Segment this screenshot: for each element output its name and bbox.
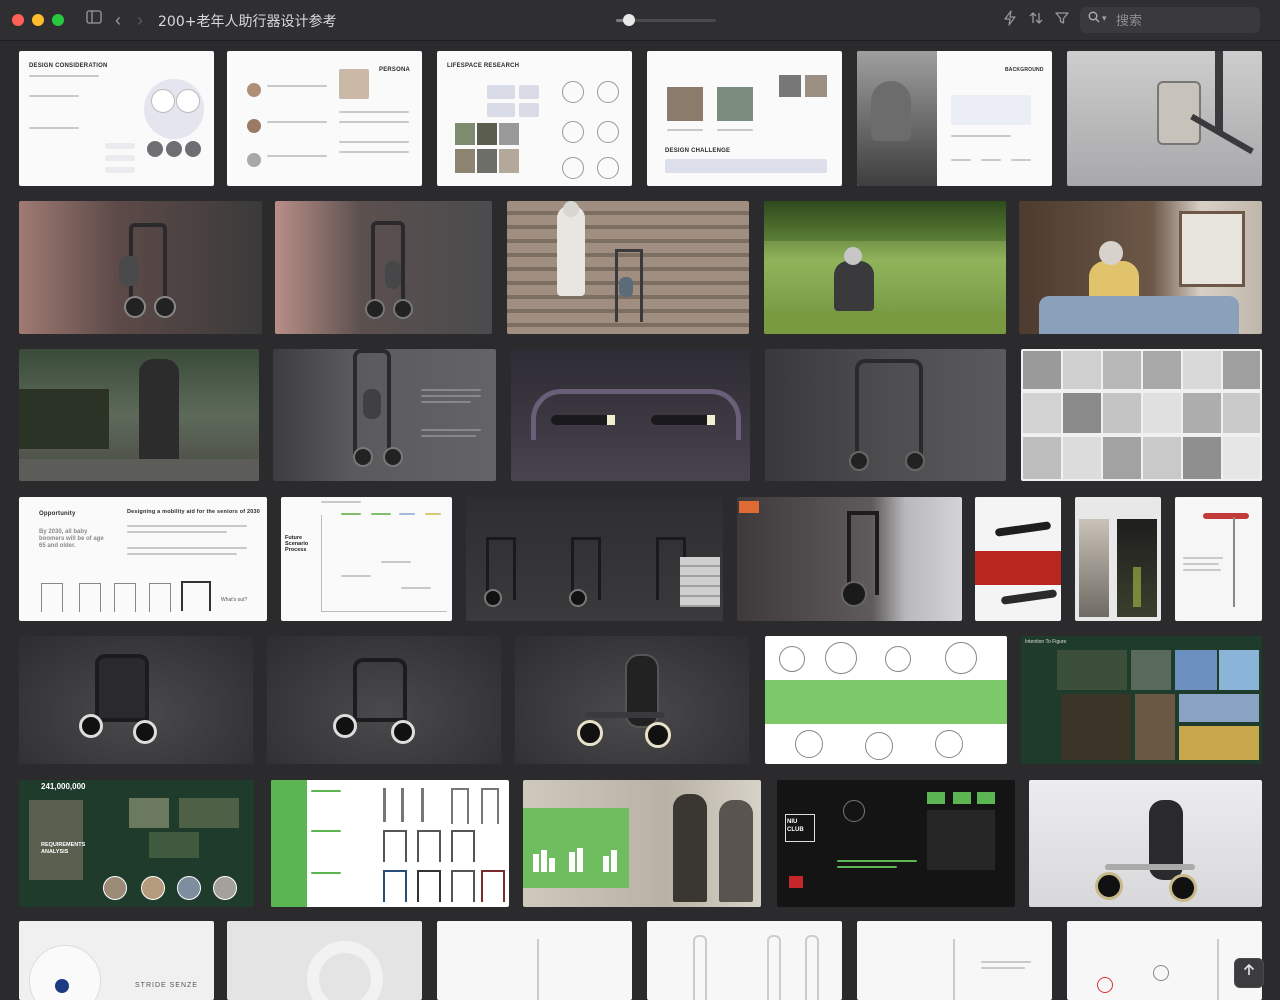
thumbnail-stride-senze[interactable]: STRIDE SENZE <box>19 921 214 1000</box>
window-title: 200+老年人助行器设计参考 <box>158 14 337 30</box>
thumbnail-title: DESIGN CONSIDERATION <box>29 63 108 69</box>
thumbnail-title: REQUIREMENTS ANALYSIS <box>41 842 86 855</box>
thumbnail-icons-flow[interactable] <box>1067 921 1262 1000</box>
thumbnail-title: Opportunity <box>39 511 76 517</box>
thumbnail-text: What's out? <box>221 597 248 603</box>
thumbnail-title: DESIGN CHALLENGE <box>665 148 731 154</box>
thumbnail-title: BACKGROUND <box>1005 67 1044 73</box>
minimize-window-button[interactable] <box>32 14 44 26</box>
thumbnail-pole-3[interactable] <box>857 921 1052 1000</box>
thumbnail-title: STRIDE SENZE <box>135 982 198 989</box>
app-window: ‹ › 200+老年人助行器设计参考 ▾ DESIGN CONSIDERATIO… <box>0 0 1280 1000</box>
search-input[interactable] <box>1114 10 1258 32</box>
thumbnail-text: By 2030, all baby boomers will be of age… <box>39 529 104 549</box>
thumbnail-walker-3d-3[interactable] <box>515 636 749 764</box>
thumbnail-walker-front[interactable] <box>765 349 1006 481</box>
title-bar: ‹ › 200+老年人助行器设计参考 ▾ <box>0 0 1280 41</box>
thumbnail-heading: Designing a mobility aid for the seniors… <box>127 509 261 515</box>
thumbnail-walker-room[interactable] <box>737 497 962 621</box>
maximize-window-button[interactable] <box>52 14 64 26</box>
thumbnail-red-grip[interactable] <box>975 497 1061 621</box>
zoom-slider[interactable] <box>616 14 716 26</box>
thumbnail-opportunity[interactable]: Opportunity Designing a mobility aid for… <box>19 497 267 621</box>
sidebar-toggle-icon[interactable] <box>84 10 104 30</box>
thumbnail-night-light[interactable] <box>1075 497 1161 621</box>
search-box[interactable]: ▾ <box>1080 7 1260 33</box>
image-gallery: DESIGN CONSIDERATION PERSONA LIFESPACE R… <box>0 41 1280 1000</box>
thumbnail-walker-render-pink[interactable] <box>19 201 262 334</box>
thumbnail-elderly-men-chart[interactable] <box>523 780 761 907</box>
thumbnail-street-photo[interactable] <box>19 349 259 481</box>
chevron-down-icon[interactable]: ▾ <box>1102 13 1107 24</box>
scroll-to-top-button[interactable] <box>1234 958 1264 988</box>
thumbnail-walker-3d-1[interactable] <box>19 636 253 764</box>
thumbnail-persona[interactable]: PERSONA <box>227 51 422 186</box>
chevron-right-icon[interactable]: › <box>130 10 150 30</box>
thumbnail-requirements[interactable]: 241,000,000 REQUIREMENTS ANALYSIS <box>19 780 254 907</box>
thumbnail-walker-studio[interactable] <box>1029 780 1262 907</box>
thumbnail-walker-text-render[interactable] <box>273 349 496 481</box>
thumbnail-walker-handle[interactable] <box>1067 51 1262 186</box>
thumbnail-design-challenge[interactable]: DESIGN CHALLENGE <box>647 51 842 186</box>
thumbnail-red-handle[interactable] <box>1175 497 1262 621</box>
thumbnail-pole-1[interactable] <box>437 921 632 1000</box>
thumbnail-lifespace[interactable]: LIFESPACE RESEARCH <box>437 51 632 186</box>
thumbnail-background[interactable]: BACKGROUND <box>857 51 1052 186</box>
filter-icon[interactable] <box>1052 10 1072 30</box>
thumbnail-title: Future Scenario Process <box>285 535 309 553</box>
thumbnail-park-photo[interactable] <box>764 201 1006 334</box>
thumbnail-intention-figure[interactable]: Intention To Figure <box>1021 636 1262 764</box>
thumbnail-title: PERSONA <box>379 67 411 73</box>
chevron-left-icon[interactable]: ‹ <box>108 10 128 30</box>
zoom-slider-knob[interactable] <box>623 14 635 26</box>
thumbnail-niu-club[interactable]: NIU CLUB <box>777 780 1015 907</box>
thumbnail-handle-closeup[interactable] <box>511 349 750 481</box>
thumbnail-walker-3d-2[interactable] <box>267 636 501 764</box>
thumbnail-title: Intention To Figure <box>1025 639 1067 645</box>
thumbnail-sketches-green[interactable] <box>765 636 1007 764</box>
thumbnail-ring-handle[interactable] <box>227 921 422 1000</box>
thumbnail-pole-2[interactable] <box>647 921 842 1000</box>
thumbnail-walker-render-grey[interactable] <box>275 201 492 334</box>
thumbnail-design-consideration[interactable]: DESIGN CONSIDERATION <box>19 51 214 186</box>
thumbnail-title: NIU CLUB <box>787 819 804 833</box>
thumbnail-future-scenario[interactable]: Future Scenario Process <box>281 497 452 621</box>
thumbnail-three-walkers[interactable] <box>466 497 723 621</box>
thumbnail-moodboard-grid[interactable] <box>1021 349 1262 481</box>
thumbnail-walking-aids-catalog[interactable] <box>271 780 509 907</box>
search-icon <box>1088 11 1100 26</box>
close-window-button[interactable] <box>12 14 24 26</box>
thumbnail-bedroom-photo[interactable] <box>1019 201 1262 334</box>
thumbnail-number: 241,000,000 <box>41 782 86 791</box>
bolt-icon[interactable] <box>1000 10 1020 30</box>
sort-icon[interactable] <box>1026 10 1046 30</box>
thumbnail-title: LIFESPACE RESEARCH <box>447 63 520 69</box>
thumbnail-stairs-photo[interactable] <box>507 201 749 334</box>
